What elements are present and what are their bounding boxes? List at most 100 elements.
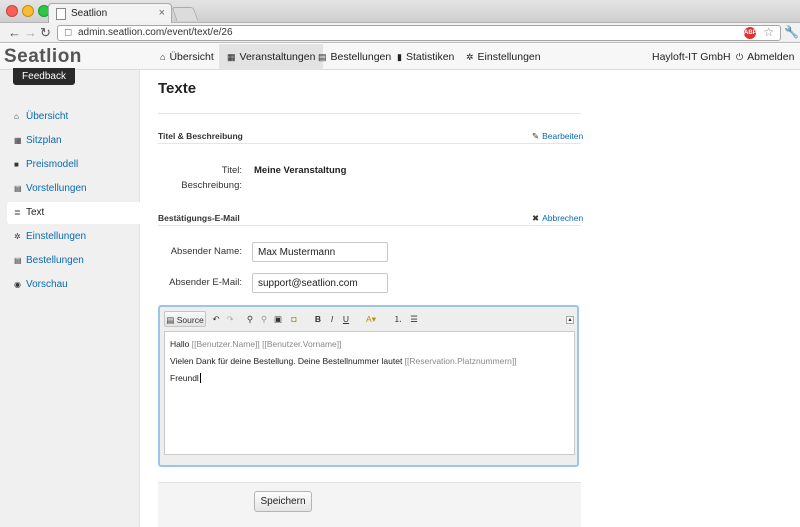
bullet-list-button[interactable]: ☰ [408,311,420,327]
gear-icon: ✲ [466,52,474,62]
tab-title: Seatlion [71,8,108,19]
editor-toolbar: ▤ Source ↶ ↷ ⚲ ⚲ ▣ ◘ B I U A▾ ⒈ ☰ [164,311,574,329]
feedback-button[interactable]: Feedback [13,68,75,85]
source-button[interactable]: ▤ Source [164,311,206,327]
bullet-list-icon: ☰ [410,314,418,324]
close-icon: ✖ [532,213,540,223]
close-window-button[interactable] [6,5,18,17]
bold-icon: B [314,314,322,324]
browser-toolbar: ← → ↻ ◻ admin.seatlion.com/event/text/e/… [0,23,800,43]
text-color-button[interactable]: A▾ [362,311,380,327]
editor-line-2: Vielen Dank für deine Bestellung. Deine … [170,353,569,370]
sidebar-item-sitzplan[interactable]: ▦ Sitzplan [7,130,140,152]
nav-uebersicht[interactable]: ⌂ Übersicht [152,44,222,70]
save-button[interactable]: Speichern [254,491,312,512]
app-logo[interactable]: Seatlion [4,44,82,70]
minimize-window-button[interactable] [22,5,34,17]
back-arrow-icon[interactable]: ← [8,24,21,41]
redo-button[interactable]: ↷ [224,311,236,327]
page-info-icon: ◻ [64,27,73,38]
bookmark-star-icon[interactable]: ☆ [763,25,774,39]
underline-button[interactable]: U [340,311,352,327]
bar-chart-icon: ▮ [397,52,402,62]
editor-line-3: Freundl [170,370,569,387]
browser-titlebar: Seatlion × [0,0,800,24]
title-label: Titel: [221,165,242,176]
cancel-link[interactable]: ✖ Abbrechen [532,213,583,224]
sidebar-item-vorstellungen[interactable]: ▤ Vorstellungen [7,178,140,200]
sidebar-item-bestellungen[interactable]: ▤ Bestellungen [7,250,140,272]
sidebar-item-vorschau[interactable]: ◉ Vorschau [7,274,140,296]
power-icon: ⏻ [736,52,744,62]
sidebar-item-label: Bestellungen [26,255,84,266]
undo-icon: ↶ [212,314,220,324]
source-label: Source [176,315,204,325]
numbered-list-button[interactable]: ⒈ [392,311,404,327]
sidebar-item-label: Einstellungen [26,231,87,242]
placeholder-button[interactable]: ◘ [288,311,300,327]
closing-text: Freundl [170,373,199,383]
nav-bestellungen[interactable]: ▤ Bestellungen [310,44,399,70]
bold-button[interactable]: B [312,311,324,327]
text-cursor [199,373,201,383]
forward-arrow-icon[interactable]: → [24,24,37,41]
image-button[interactable]: ▣ [272,311,284,327]
sender-email-input[interactable] [252,273,388,293]
sidebar-item-einstellungen[interactable]: ✲ Einstellungen [7,226,140,248]
sender-name-label: Absender Name: [170,246,242,257]
italic-button[interactable]: I [326,311,338,327]
new-tab-button[interactable] [171,7,199,21]
home-icon: ⌂ [160,52,166,62]
logo-part-a: Seat [4,46,47,67]
replace-button[interactable]: ⚲ [258,311,270,327]
collapse-toolbar-icon[interactable]: ▴ [566,316,574,324]
description-label: Beschreibung: [181,180,242,191]
tab-close-icon[interactable]: × [159,4,165,23]
table-icon: ▤ [14,256,22,265]
user-placeholder: [[Benutzer.Name]] [[Benutzer.Vorname]] [191,339,342,349]
edit-link[interactable]: ✎ Bearbeiten [532,131,583,142]
nav-einstellungen[interactable]: ✲ Einstellungen [458,44,549,70]
browser-tab[interactable]: Seatlion × [48,3,172,24]
book-icon: ■ [14,160,19,169]
undo-button[interactable]: ↶ [210,311,222,327]
sidebar-item-preismodell[interactable]: ■ Preismodell [7,154,140,176]
nav-statistiken[interactable]: ▮ Statistiken [389,44,462,70]
underline-icon: U [342,314,350,324]
url-text: admin.seatlion.com/event/text/e/26 [78,27,233,38]
sidebar-item-label: Text [26,207,45,218]
sidebar-item-uebersicht[interactable]: ⌂ Übersicht [7,106,140,128]
grid-icon: ▦ [227,52,236,62]
company-name: Hayloft-IT GmbH [652,51,731,63]
sidebar-item-label: Preismodell [26,159,79,170]
reservation-placeholder: [[Reservation.Platznummern]] [404,356,517,366]
address-bar[interactable]: ◻ admin.seatlion.com/event/text/e/26 ABP… [57,25,781,41]
nav-label: Veranstaltungen [239,51,316,63]
sender-name-input[interactable] [252,242,388,262]
adblock-icon[interactable]: ABP [744,27,757,39]
placeholder-icon: ◘ [291,314,297,324]
cancel-label: Abbrechen [542,213,584,223]
find-button[interactable]: ⚲ [244,311,256,327]
home-icon: ⌂ [14,112,19,121]
nav-label: Statistiken [405,51,455,63]
greeting-text: Hallo [170,339,192,349]
page-title: Texte [158,80,197,97]
reload-icon[interactable]: ↻ [40,24,51,41]
binoculars-icon: ⚲ [246,314,254,324]
sidebar-item-text[interactable]: ≣ Text [7,202,140,224]
nav-label: Bestellungen [330,51,392,63]
grid-icon: ▦ [14,136,22,145]
title-divider [158,113,581,114]
title-value: Meine Veranstaltung [254,165,347,176]
text-align-icon: ≣ [14,208,21,217]
nav-label: Übersicht [169,51,214,63]
sidebar-item-label: Vorstellungen [26,183,87,194]
editor-content[interactable]: Hallo [[Benutzer.Name]] [[Benutzer.Vorna… [164,331,575,455]
editor-line-1: Hallo [[Benutzer.Name]] [[Benutzer.Vorna… [170,336,569,353]
nav-veranstaltungen[interactable]: ▦ Veranstaltungen [219,44,324,70]
sidebar-item-label: Sitzplan [26,135,62,146]
text-color-icon: A▾ [366,314,376,324]
logout-link[interactable]: ⏻ Abmelden [728,44,800,70]
wrench-icon[interactable]: 🔧 [784,25,799,39]
